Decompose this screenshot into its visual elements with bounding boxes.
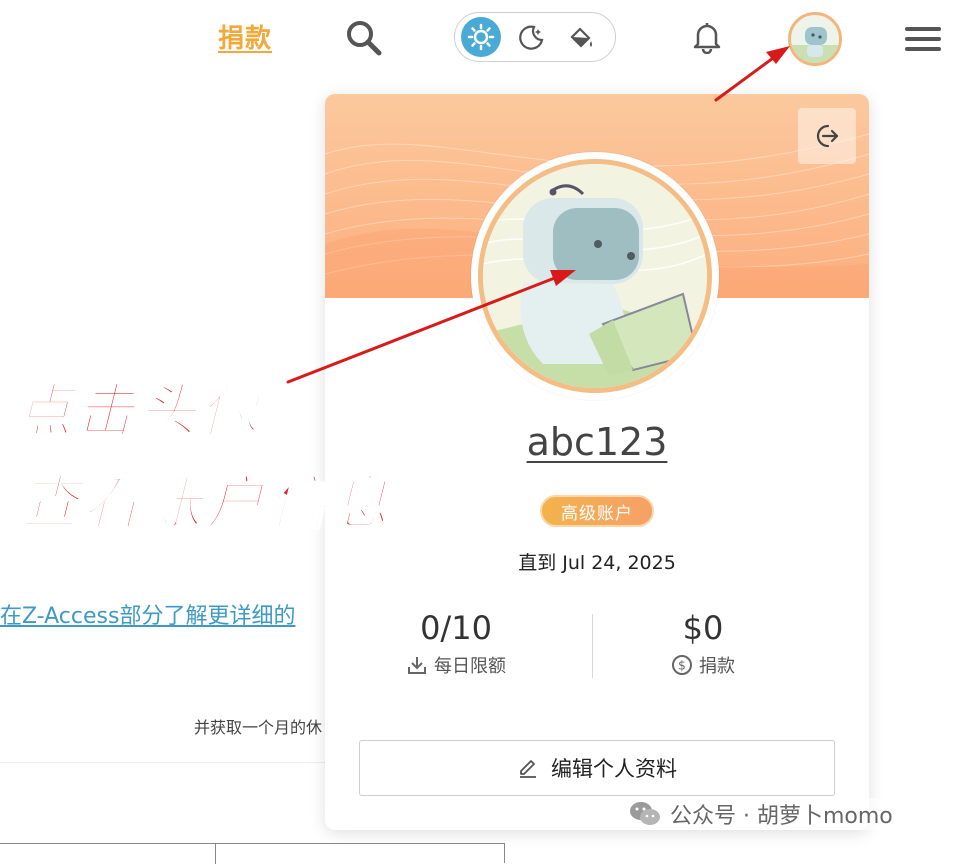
daily-limit-label: 每日限额	[434, 656, 506, 677]
profile-avatar[interactable]	[471, 152, 719, 400]
annotation-line-1: 点击头像	[13, 376, 263, 446]
moon-icon	[519, 25, 544, 50]
theme-switcher	[454, 12, 616, 62]
annotation-line-2: 查看账户信息	[19, 468, 393, 538]
username[interactable]: abc123	[325, 420, 869, 464]
menu-button[interactable]	[898, 16, 948, 62]
dollar-coin-icon: $	[672, 655, 692, 675]
daily-limit-value: 0/10	[420, 609, 492, 647]
paint-bucket-icon	[570, 27, 592, 48]
download-icon	[408, 657, 426, 674]
sun-icon	[467, 23, 495, 51]
pencil-icon	[520, 760, 536, 778]
wechat-watermark: 公众号 · 胡萝卜momo	[622, 798, 899, 830]
stats-divider	[592, 614, 593, 678]
user-avatar-button[interactable]	[788, 12, 842, 66]
search-icon	[347, 21, 382, 56]
logout-icon	[816, 124, 839, 148]
hamburger-menu-icon	[905, 27, 941, 51]
theme-dark-option[interactable]	[511, 17, 551, 57]
daily-limit-label-row: 每日限额	[356, 652, 556, 678]
donations-stat: $0 $ 捐款	[603, 608, 803, 678]
robot-reading-icon	[483, 164, 707, 388]
bell-icon	[693, 23, 721, 54]
theme-paint-option[interactable]	[561, 17, 601, 57]
theme-light-option[interactable]	[461, 17, 501, 57]
daily-limit-stat: 0/10 每日限额	[356, 608, 556, 678]
background-text: 并获取一个月的休	[194, 718, 323, 737]
background-table-edge	[0, 843, 505, 864]
svg-text:$: $	[678, 659, 686, 673]
profile-avatar-image	[478, 159, 712, 393]
top-navigation-bar: 捐款	[0, 0, 966, 80]
wechat-icon	[630, 802, 660, 825]
background-divider	[0, 762, 326, 763]
edit-profile-label: 编辑个人资料	[551, 757, 677, 781]
notifications-button[interactable]	[684, 14, 730, 60]
donate-link[interactable]: 捐款	[218, 18, 272, 55]
donations-label: 捐款	[699, 656, 735, 677]
z-access-link[interactable]: 在Z-Access部分了解更详细的	[0, 598, 324, 630]
edit-profile-button[interactable]: 编辑个人资料	[359, 740, 835, 796]
account-card: abc123 高级账户 直到 Jul 24, 2025 0/10 每日限额 $0…	[325, 94, 869, 830]
donations-label-row: $ 捐款	[603, 652, 803, 678]
premium-expiry-date: 直到 Jul 24, 2025	[518, 552, 676, 574]
premium-badge: 高级账户	[540, 495, 654, 527]
watermark-text: 公众号 · 胡萝卜momo	[670, 804, 893, 829]
search-button[interactable]	[340, 14, 388, 62]
logout-button[interactable]	[798, 108, 856, 164]
donations-value: $0	[682, 609, 724, 647]
robot-avatar-icon	[791, 27, 839, 63]
